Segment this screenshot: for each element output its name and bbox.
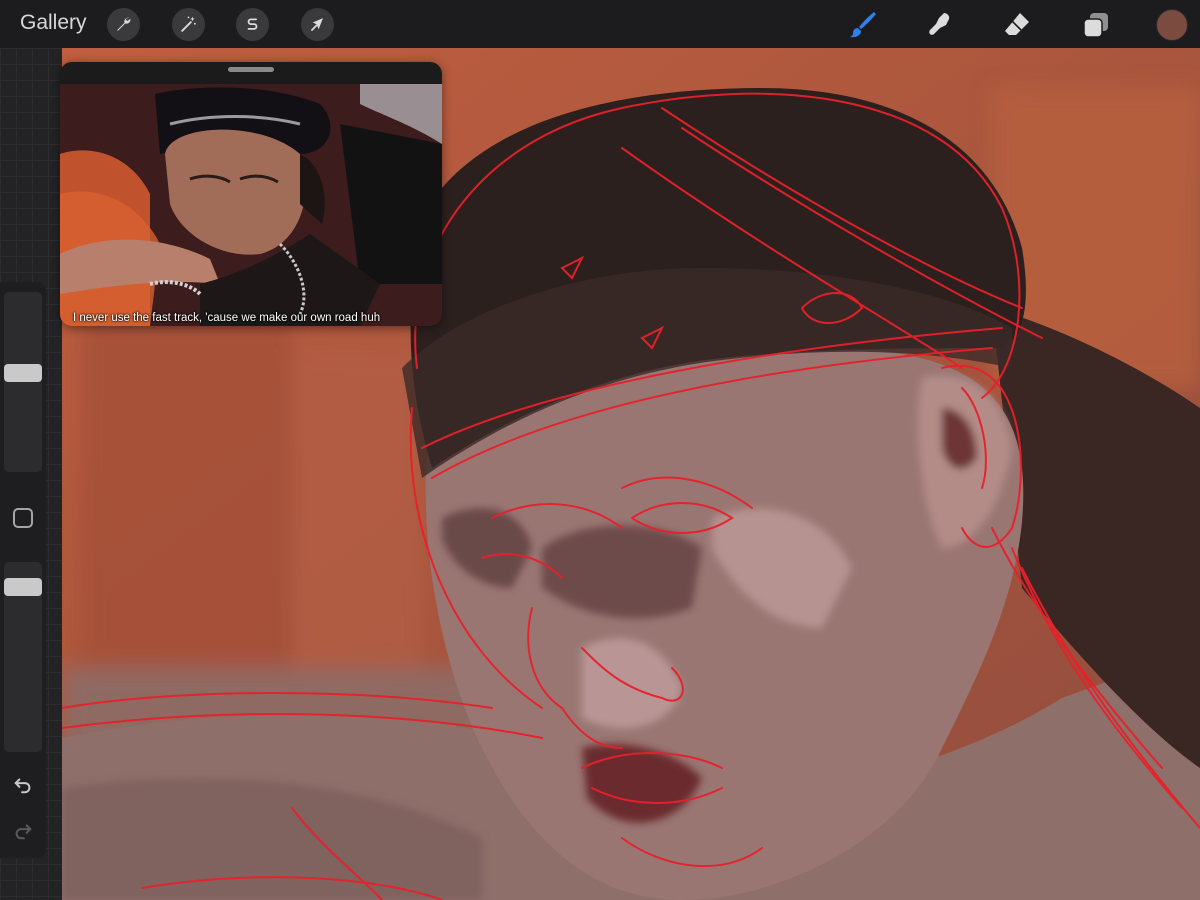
modify-button[interactable] (13, 508, 33, 528)
opacity-knob[interactable] (4, 578, 42, 596)
wrench-icon (117, 17, 131, 31)
magic-wand-icon (181, 16, 196, 32)
undo-icon (14, 778, 31, 794)
color-swatch-button[interactable] (1156, 9, 1188, 41)
redo-button[interactable] (9, 816, 37, 844)
top-toolbar: Gallery (0, 0, 1200, 48)
left-sidebar (0, 282, 46, 858)
undo-button[interactable] (9, 770, 37, 798)
arrow-cursor-icon (311, 18, 324, 31)
reference-photo (60, 84, 442, 326)
brush-size-slider[interactable] (4, 292, 42, 472)
brush-size-knob[interactable] (4, 364, 42, 382)
smudge-icon (929, 13, 950, 35)
reference-drag-handle[interactable] (228, 67, 274, 72)
reference-window[interactable] (60, 62, 442, 326)
s-selection-icon (247, 18, 258, 30)
eraser-icon (1005, 13, 1029, 35)
layers-button[interactable] (1079, 8, 1113, 42)
gallery-button[interactable]: Gallery (20, 11, 87, 35)
redo-icon (15, 824, 32, 840)
reference-caption: I never use the fast track, 'cause we ma… (73, 312, 381, 324)
opacity-slider[interactable] (4, 562, 42, 752)
eraser-tool-button[interactable] (1000, 8, 1034, 42)
selection-button[interactable] (236, 8, 269, 41)
smudge-tool-button[interactable] (922, 8, 956, 42)
layers-icon (1083, 13, 1108, 38)
adjustments-button[interactable] (172, 8, 205, 41)
brush-icon (850, 12, 876, 38)
transform-button[interactable] (301, 8, 334, 41)
actions-button[interactable] (107, 8, 140, 41)
brush-tool-button[interactable] (845, 8, 879, 42)
